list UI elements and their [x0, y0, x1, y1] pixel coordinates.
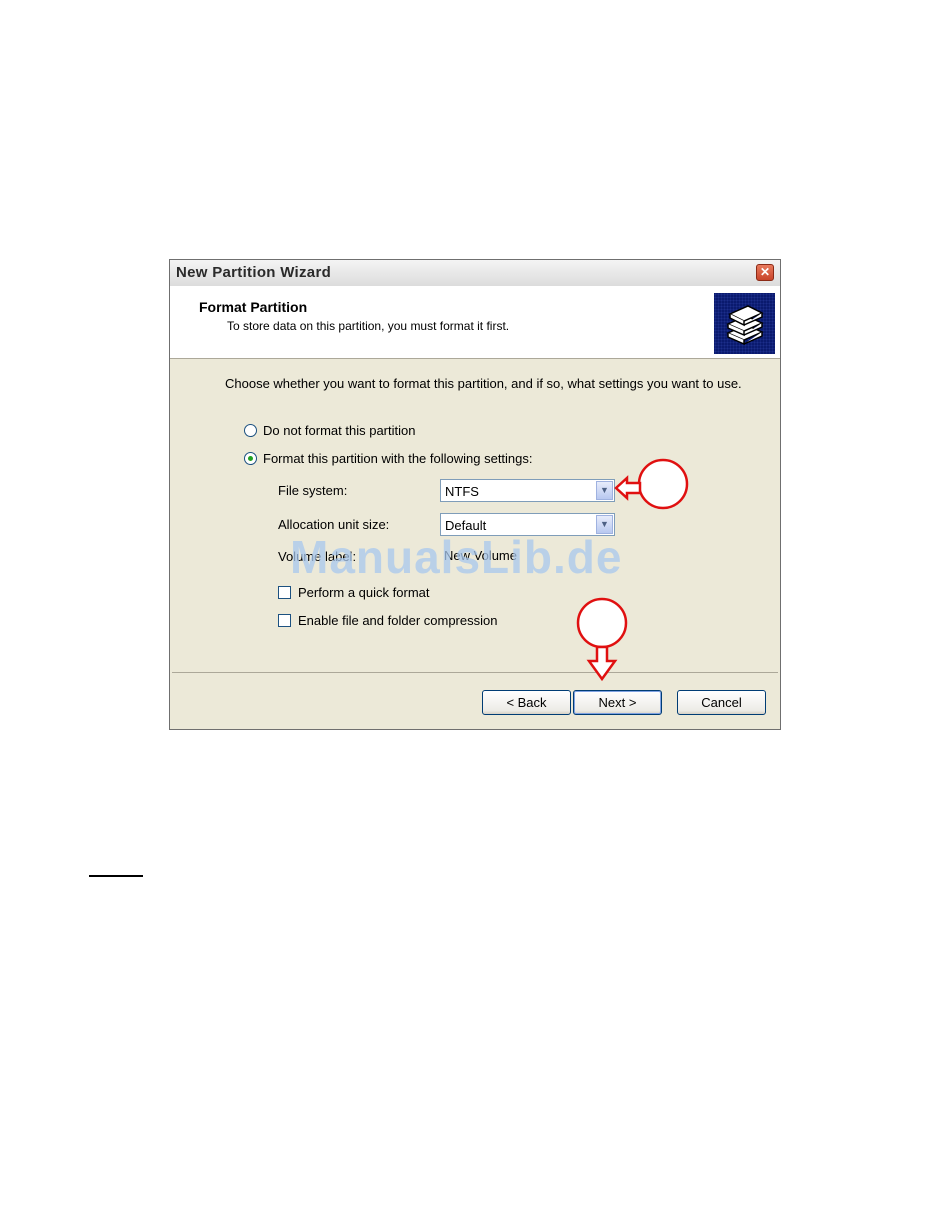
- underline-mark: [89, 875, 143, 877]
- annotation-callout-next: [576, 597, 628, 682]
- annotation-circle: [576, 597, 628, 649]
- annotation-overlay: [576, 458, 689, 682]
- down-arrow-icon: [586, 645, 618, 682]
- annotation-circle: [637, 458, 689, 510]
- annotation-callout-file-system: [614, 458, 689, 510]
- left-arrow-icon: [614, 475, 642, 501]
